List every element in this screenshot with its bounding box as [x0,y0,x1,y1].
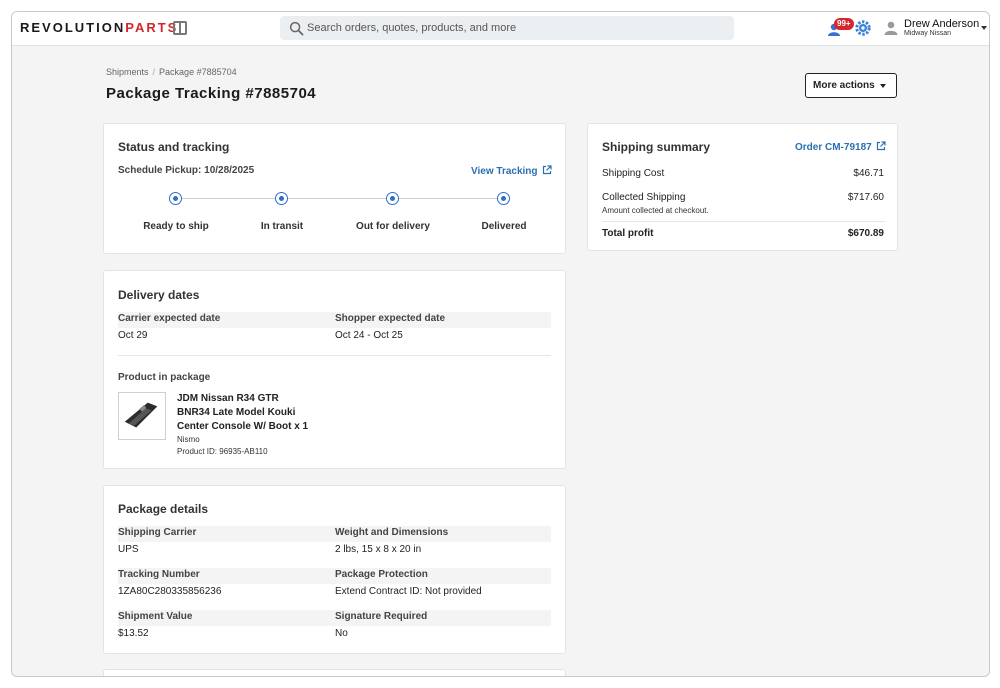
gear-icon[interactable] [855,20,871,36]
breadcrumb-shipments[interactable]: Shipments [106,67,149,77]
product-brand: Nismo [177,435,200,444]
tracking-progress-line [176,198,504,199]
delivery-divider [118,355,551,356]
product-in-package-label: Product in package [118,372,211,383]
status-card-title: Status and tracking [118,140,230,154]
user-name[interactable]: Drew Anderson [904,18,979,30]
shipment-value-value: $13.52 [118,628,149,639]
brand-logo[interactable]: REVOLUTIONPARTS [20,21,178,35]
tracking-number-value[interactable]: 1ZA80C280335856236 [118,586,221,597]
total-profit-label: Total profit [602,228,654,239]
package-details-card: Package details Shipping Carrier Weight … [103,485,566,654]
external-link-icon [542,165,552,175]
delivery-card-title: Delivery dates [118,288,200,302]
carrier-date-label: Carrier expected date [118,313,221,324]
more-actions-label: More actions [813,80,875,91]
breadcrumb: Shipments / Package #7885704 [106,67,237,77]
view-tracking-label: View Tracking [471,166,538,177]
status-tracking-card: Status and tracking Schedule Pickup: 10/… [103,123,566,254]
step-label-transit: In transit [260,221,304,232]
order-link-label: Order CM-79187 [795,142,872,153]
shopper-date-value: Oct 24 - Oct 25 [335,330,403,341]
total-profit-value: $670.89 [847,228,884,239]
more-actions-button[interactable]: More actions [805,73,897,98]
logo-part-revolution: REVOLUTION [20,20,126,35]
step-label-delivered: Delivered [481,221,527,232]
order-link[interactable]: Order CM-79187 [795,141,886,153]
logo-part-parts: PARTS [125,20,179,35]
package-protection-value: Extend Contract ID: Not provided [335,586,482,597]
search-input[interactable] [307,16,727,40]
sidebar-toggle-icon[interactable] [173,21,187,35]
step-label-ready: Ready to ship [143,221,209,232]
top-bar: REVOLUTIONPARTS 99+ Drew Anderson Midway… [12,12,989,46]
shopper-date-label: Shopper expected date [335,313,446,324]
shipping-summary-card: Shipping summary Order CM-79187 Shipping… [587,123,898,251]
delivery-dates-card: Delivery dates Carrier expected date Sho… [103,270,566,469]
package-card-title: Package details [118,502,209,516]
step-label-out-for-delivery: Out for delivery [356,221,430,232]
package-protection-label: Package Protection [335,569,428,580]
caret-down-icon [880,84,886,88]
shipping-carrier-label: Shipping Carrier [118,527,197,538]
weight-dimensions-value: 2 lbs, 15 x 8 x 20 in [335,544,422,555]
schedule-pickup: Schedule Pickup: 10/28/2025 [118,165,255,176]
shipping-carrier-value: UPS [118,544,139,555]
chevron-down-icon[interactable] [981,26,987,30]
svg-text:·: · [154,399,155,403]
app-window: REVOLUTIONPARTS 99+ Drew Anderson Midway… [11,11,990,677]
step-dot-out-for-delivery [386,192,399,205]
signature-required-label: Signature Required [335,611,428,622]
user-organization: Midway Nissan [904,30,952,37]
weight-dimensions-label: Weight and Dimensions [335,527,449,538]
product-id: Product ID: 96935-AB110 [177,447,268,456]
product-name-line3: Center Console W/ Boot x 1 [177,421,309,432]
view-tracking-link[interactable]: View Tracking [471,165,552,177]
search-icon [289,21,304,36]
summary-card-title: Shipping summary [602,140,711,154]
page-title: Package Tracking #7885704 [106,85,317,102]
step-dot-ready [169,192,182,205]
carrier-date-value: Oct 29 [118,330,148,341]
product-thumbnail[interactable]: · [118,392,166,440]
collected-shipping-value: $717.60 [847,192,884,203]
next-card-partial [103,669,566,676]
external-link-icon [876,141,886,151]
product-name-line2: BNR34 Late Model Kouki [177,407,296,418]
step-dot-delivered [497,192,510,205]
tracking-number-label: Tracking Number [118,569,200,580]
shipping-cost-label: Shipping Cost [602,168,665,179]
notification-count-badge: 99+ [834,18,854,30]
collected-shipping-note: Amount collected at checkout. [602,206,709,215]
avatar-icon[interactable] [883,20,899,36]
breadcrumb-separator: / [152,67,156,77]
collected-shipping-label: Collected Shipping [602,192,686,203]
signature-required-value: No [335,628,348,639]
step-dot-transit [275,192,288,205]
shipment-value-label: Shipment Value [118,611,193,622]
shipping-cost-value: $46.71 [853,168,884,179]
global-search[interactable] [280,16,734,40]
product-name[interactable]: JDM Nissan R34 GTR BNR34 Late Model Kouk… [177,392,327,434]
breadcrumb-current: Package #7885704 [159,67,237,77]
product-name-line1: JDM Nissan R34 GTR [177,393,279,404]
summary-divider [602,221,885,222]
